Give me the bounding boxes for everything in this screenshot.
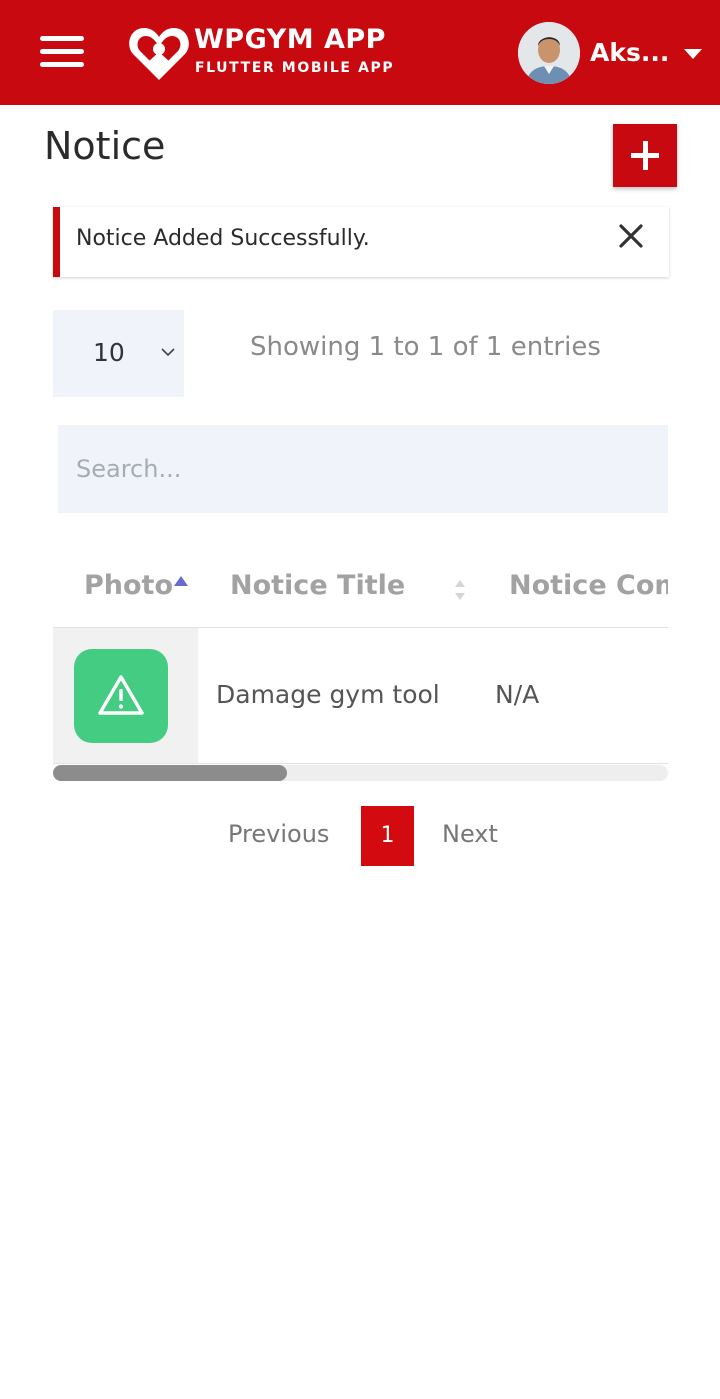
warning-icon xyxy=(74,649,168,743)
dropdown-caret-icon[interactable] xyxy=(684,49,702,59)
photo-cell xyxy=(53,628,198,763)
sort-icon xyxy=(455,580,465,600)
success-alert: Notice Added Successfully. xyxy=(53,207,669,277)
horizontal-scrollbar-thumb[interactable] xyxy=(53,765,287,781)
column-header-photo[interactable]: Photo xyxy=(84,570,173,601)
menu-icon-bar xyxy=(40,49,84,54)
sort-ascending-icon xyxy=(174,576,188,586)
pagination-previous[interactable]: Previous xyxy=(228,820,329,848)
pagination-next[interactable]: Next xyxy=(442,820,498,848)
alert-message: Notice Added Successfully. xyxy=(76,226,370,251)
notice-comment-cell: N/A xyxy=(495,680,540,709)
row-divider xyxy=(53,763,668,764)
menu-icon-bar xyxy=(40,62,84,67)
page-title: Notice xyxy=(44,124,166,168)
chevron-down-icon xyxy=(161,348,175,357)
close-icon[interactable] xyxy=(616,221,646,251)
search-input[interactable] xyxy=(58,425,668,513)
pagination-page-1[interactable]: 1 xyxy=(361,806,414,866)
app-logo[interactable]: WPGYM APP FLUTTER MOBILE APP xyxy=(128,22,398,84)
table-info: Showing 1 to 1 of 1 entries xyxy=(250,332,601,362)
user-name: Aks... xyxy=(590,38,670,67)
notice-table: Photo Notice Title Notice Com Damage gym… xyxy=(53,548,668,782)
plus-icon xyxy=(642,141,648,170)
user-menu[interactable]: Aks... xyxy=(518,22,708,84)
logo-title: WPGYM APP xyxy=(194,24,386,55)
logo-subtitle: FLUTTER MOBILE APP xyxy=(195,60,395,76)
entries-per-page-value: 10 xyxy=(93,338,125,367)
column-header-notice-comment[interactable]: Notice Com xyxy=(509,570,668,601)
heart-logo-icon xyxy=(129,28,189,80)
menu-icon[interactable] xyxy=(38,33,86,71)
column-header-notice-title[interactable]: Notice Title xyxy=(230,570,405,601)
app-header: WPGYM APP FLUTTER MOBILE APP Aks... xyxy=(0,0,720,105)
menu-icon-bar xyxy=(40,36,84,41)
entries-per-page-select[interactable]: 10 xyxy=(53,310,184,397)
notice-title-cell: Damage gym tool xyxy=(216,680,440,709)
table-row[interactable]: Damage gym tool N/A xyxy=(53,628,668,763)
avatar xyxy=(518,22,580,84)
add-notice-button[interactable] xyxy=(613,124,677,187)
